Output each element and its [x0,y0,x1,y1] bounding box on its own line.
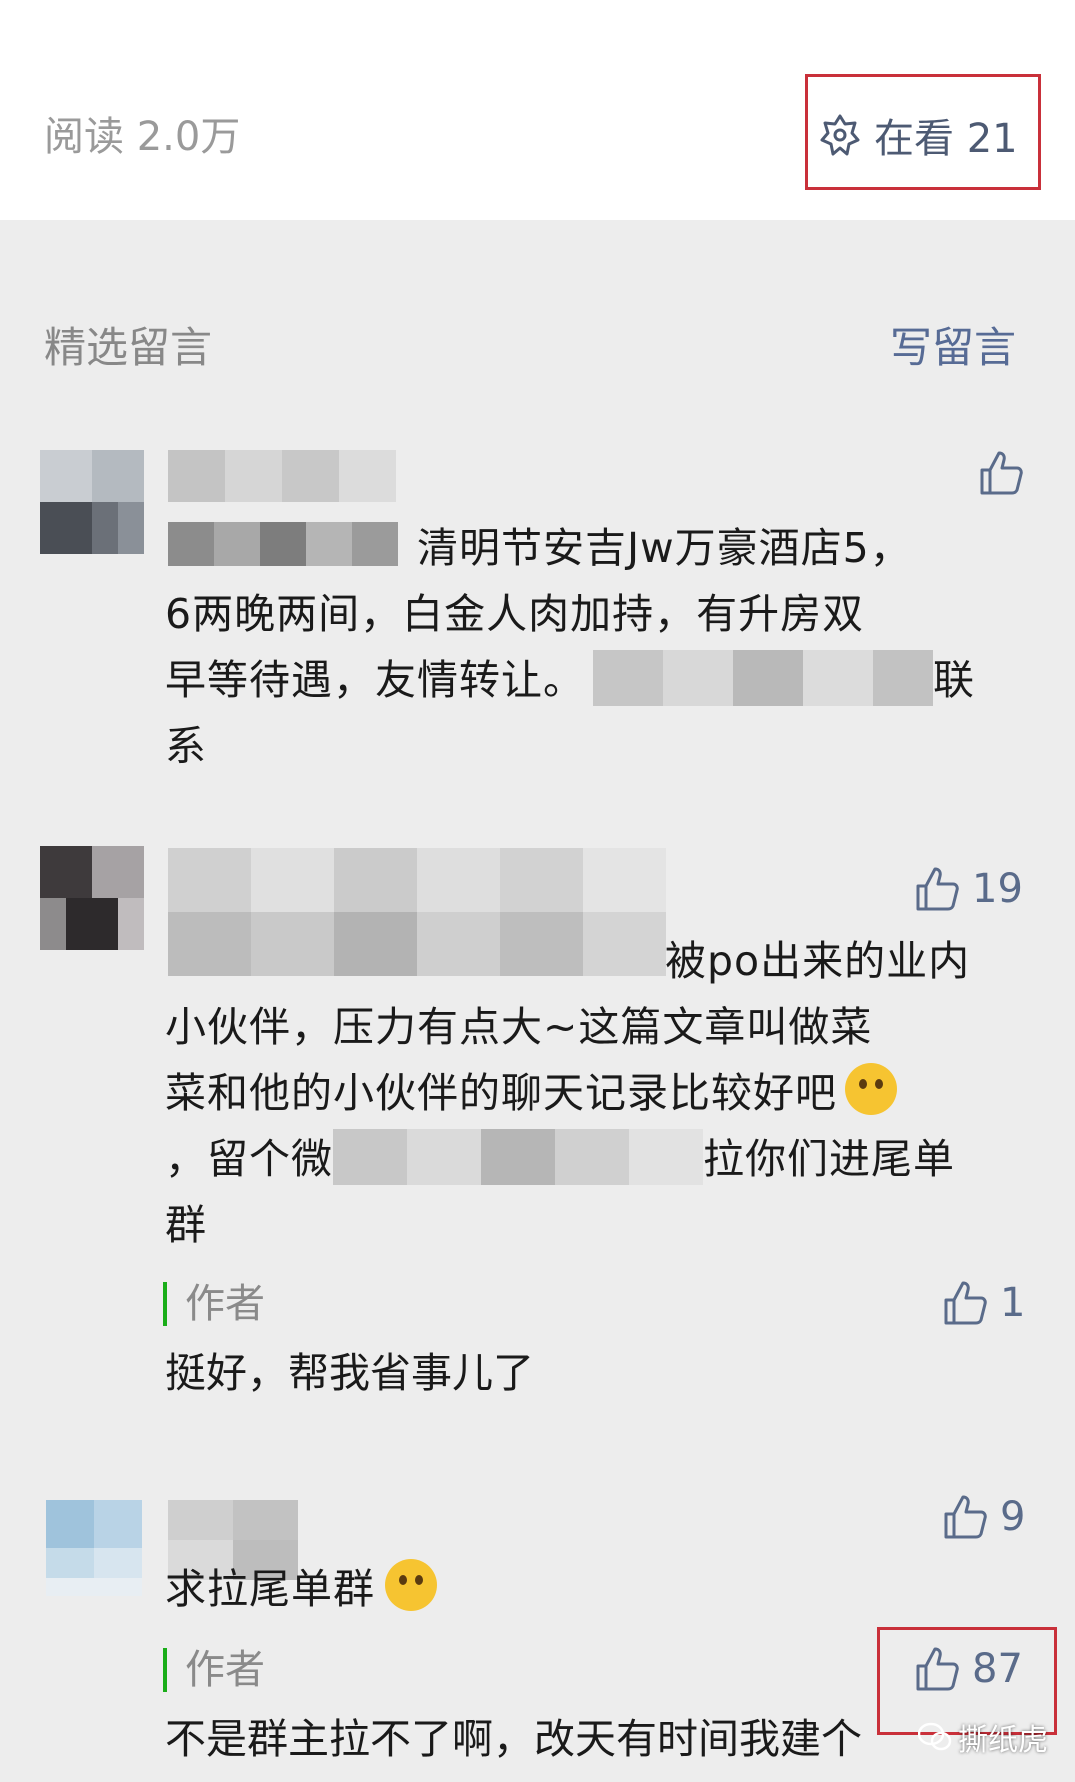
featured-comments-title: 精选留言 [44,323,213,372]
like-count: 1 [1000,1280,1026,1326]
like-button[interactable]: 19 [912,864,1023,914]
contact-blurred [593,650,933,706]
comment-text: 求拉尾单群 [165,1556,1035,1622]
wechat-logo-icon [918,1722,952,1751]
read-count: 阅读 2.0万 [44,114,241,160]
looking-button[interactable]: 在看 21 [818,106,1018,164]
author-reply-text: 挺好，帮我省事儿了 [165,1349,534,1397]
reply-like-button[interactable]: 1 [940,1278,1025,1328]
thinking-face-emoji-icon [385,1559,437,1611]
comment-text: 被po出来的业内 小伙伴，压力有点大~这篇文章叫做菜 菜和他的小伙伴的聊天记录比… [165,937,971,1249]
like-count: 87 [972,1646,1023,1692]
thumbs-up-icon [916,1647,959,1691]
author-reply-text: 不是群主拉不了啊，改天有时间我建个 [165,1715,862,1763]
author-tag: 作者 [163,1648,265,1692]
avatar[interactable] [40,846,144,950]
contact-blurred [333,1129,703,1185]
write-comment-link[interactable]: 写留言 [890,314,1016,375]
reply-like-button[interactable]: 87 [912,1644,1023,1694]
looking-star-icon [820,114,860,156]
like-count: 19 [972,866,1023,912]
avatar[interactable] [40,450,144,554]
looking-label: 在看 21 [874,116,1018,162]
shocked-face-emoji-icon [845,1063,897,1115]
like-count: 9 [1000,1494,1026,1540]
thumbs-up-icon [980,451,1023,495]
thumbs-up-icon [916,867,959,911]
comment-text: 清明节安吉Jw万豪酒店5， 6两晚两间，白金人肉加持，有升房双 早等待遇，友情转… [165,524,975,770]
like-button[interactable] [976,448,1036,498]
watermark: 撕纸虎 [918,1715,1048,1759]
author-tag: 作者 [163,1282,265,1326]
like-button[interactable]: 9 [940,1492,1025,1542]
username-blurred [168,450,396,502]
thumbs-up-icon [944,1495,987,1539]
thumbs-up-icon [944,1281,987,1325]
avatar[interactable] [46,1500,142,1596]
